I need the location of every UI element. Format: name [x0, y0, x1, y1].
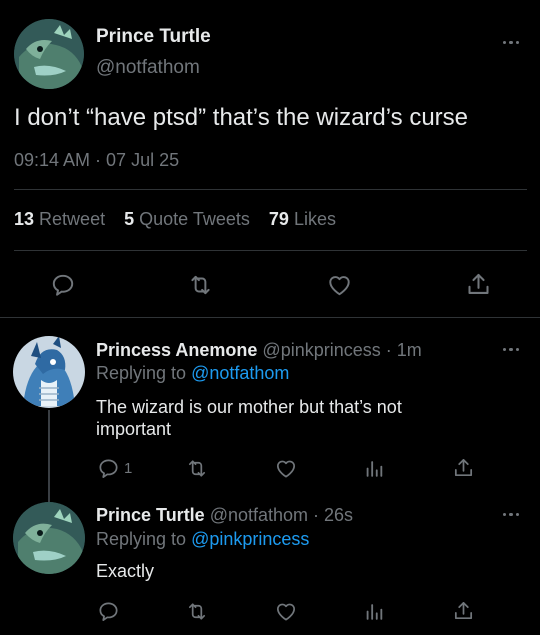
- analytics-icon[interactable]: [363, 457, 385, 480]
- reply-avatar[interactable]: [13, 502, 85, 574]
- analytics-icon[interactable]: [363, 600, 385, 623]
- tweet-timestamp[interactable]: 09:14 AM · 07 Jul 25: [14, 150, 179, 171]
- replying-to: Replying to @pinkprincess: [96, 529, 309, 550]
- divider: [14, 189, 527, 190]
- likes-label: Likes: [293, 209, 336, 229]
- quote-stat[interactable]: 5 Quote Tweets: [124, 209, 250, 229]
- replying-to: Replying to @notfathom: [96, 363, 289, 384]
- likes-stat[interactable]: 79 Likes: [269, 209, 336, 229]
- tweet-text: I don’t “have ptsd” that’s the wizard’s …: [14, 104, 469, 131]
- reply-author-name[interactable]: Prince Turtle: [96, 505, 205, 525]
- reply-icon[interactable]: [50, 272, 76, 298]
- replying-to-handle[interactable]: @pinkprincess: [191, 529, 309, 549]
- retweet-icon[interactable]: [187, 272, 214, 298]
- more-icon[interactable]: [503, 41, 520, 45]
- quote-count: 5: [124, 209, 135, 229]
- replying-to-label: Replying to: [96, 529, 187, 549]
- reply-meta[interactable]: @pinkprincess · 1m: [262, 340, 421, 360]
- share-icon[interactable]: [452, 599, 475, 623]
- reply-author-name[interactable]: Princess Anemone: [96, 340, 257, 360]
- reply-icon[interactable]: 1: [97, 457, 132, 480]
- reply-header: Princess Anemone @pinkprincess · 1m: [96, 340, 422, 361]
- tweet-stats: 13 Retweet 5 Quote Tweets 79 Likes: [14, 209, 336, 230]
- author-name[interactable]: Prince Turtle: [96, 26, 211, 48]
- author-avatar[interactable]: [14, 19, 84, 89]
- share-icon[interactable]: [452, 456, 475, 480]
- replying-to-handle[interactable]: @notfathom: [191, 363, 289, 383]
- like-icon[interactable]: [326, 272, 353, 298]
- more-icon[interactable]: [503, 348, 520, 352]
- share-icon[interactable]: [465, 271, 492, 298]
- more-icon[interactable]: [503, 513, 520, 517]
- divider: [14, 250, 527, 251]
- reply-count: 1: [124, 460, 133, 477]
- likes-count: 79: [268, 209, 289, 229]
- like-icon[interactable]: [274, 600, 298, 623]
- retweet-count: 13: [14, 209, 35, 229]
- author-handle[interactable]: @notfathom: [96, 57, 200, 79]
- divider: [0, 317, 540, 318]
- reply-text: The wizard is our mother but that’s not …: [96, 397, 402, 439]
- quote-label: Quote Tweets: [139, 209, 250, 229]
- retweet-icon[interactable]: [185, 457, 209, 480]
- like-icon[interactable]: [274, 457, 298, 480]
- retweet-icon[interactable]: [185, 600, 209, 623]
- replying-to-label: Replying to: [96, 363, 187, 383]
- retweet-stat[interactable]: 13 Retweet: [14, 209, 105, 229]
- reply-avatar[interactable]: [13, 336, 85, 408]
- retweet-label: Retweet: [39, 209, 106, 229]
- reply-text: Exactly: [96, 561, 155, 581]
- thread-line: [48, 410, 50, 502]
- reply-header: Prince Turtle @notfathom · 26s: [96, 505, 353, 526]
- reply-meta[interactable]: @notfathom · 26s: [210, 505, 353, 525]
- reply-icon[interactable]: [97, 600, 120, 623]
